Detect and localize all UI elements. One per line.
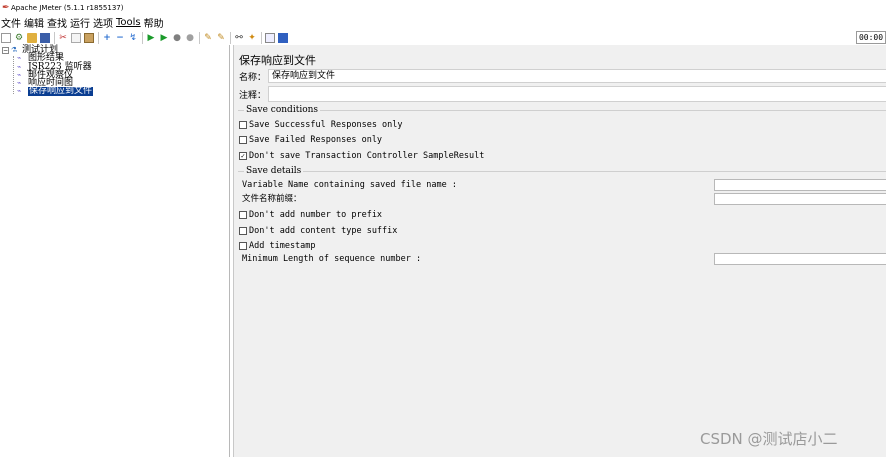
group-title: Save conditions [244, 105, 321, 115]
listener-icon: ⌁ [17, 54, 22, 62]
dont-add-number-option[interactable]: Don't add number to prefix [239, 209, 382, 221]
save-successful-option[interactable]: Save Successful Responses only [239, 119, 403, 131]
checkbox[interactable] [239, 242, 247, 250]
toolbar-separator [230, 31, 231, 44]
toolbar-separator [142, 31, 143, 44]
search-icon[interactable]: ⚯ [234, 33, 244, 43]
window-title-bar: ✒ Apache JMeter (5.1.1 r1855137) [0, 0, 886, 16]
option-label: Add timestamp [249, 241, 316, 251]
comment-label: 注释： [239, 90, 267, 101]
shutdown-icon[interactable]: ● [185, 33, 195, 43]
paste-icon[interactable] [84, 32, 94, 43]
cut-icon[interactable]: ✂ [58, 33, 68, 43]
help-icon[interactable] [278, 32, 288, 43]
tree-item-save-responses[interactable]: ⌁ 保存响应到文件 [17, 86, 94, 96]
comment-row: 注释： [238, 86, 886, 102]
option-label: Don't save Transaction Controller Sample… [249, 151, 485, 161]
comment-field[interactable] [268, 86, 886, 102]
listener-icon: ⌁ [17, 71, 22, 79]
checkbox[interactable] [239, 227, 247, 235]
reset-search-icon[interactable]: ✦ [247, 33, 257, 43]
checkbox[interactable] [239, 121, 247, 129]
function-helper-icon[interactable] [265, 32, 275, 43]
option-label: Don't add content type suffix [249, 226, 398, 236]
toolbar: ⚙ ✂ + − ↯ ▶ ▶ ● ● ✎ ✎ ⚯ ✦ [0, 30, 886, 45]
stop-icon[interactable]: ● [172, 33, 182, 43]
save-failed-option[interactable]: Save Failed Responses only [239, 134, 382, 146]
menu-options[interactable]: 选项 [92, 15, 115, 30]
menu-tools[interactable]: Tools [115, 17, 143, 28]
prefix-label: 文件名称前缀： [242, 194, 302, 204]
save-icon[interactable] [40, 32, 50, 43]
templates-icon[interactable]: ⚙ [14, 33, 24, 43]
tree-connector [13, 56, 14, 94]
window-title: Apache JMeter (5.1.1 r1855137) [11, 4, 124, 12]
checkbox[interactable] [239, 136, 247, 144]
toolbar-separator [98, 31, 99, 44]
name-label: 名称： [239, 72, 267, 83]
menu-search[interactable]: 查找 [46, 15, 69, 30]
group-title: Save details [244, 166, 304, 176]
listener-icon: ⌁ [17, 63, 22, 71]
toolbar-separator [199, 31, 200, 44]
element-editor-panel: 保存响应到文件 名称： 保存响应到文件 注释： Save conditions … [233, 45, 886, 457]
option-label: Save Successful Responses only [249, 120, 403, 130]
collapse-icon[interactable]: − [115, 33, 125, 43]
copy-icon[interactable] [71, 32, 81, 43]
watermark: CSDN @测试店小二 [700, 430, 838, 448]
expand-icon[interactable]: + [102, 33, 112, 43]
option-label: Save Failed Responses only [249, 135, 383, 145]
elapsed-timer: 00:00 [856, 31, 886, 44]
toolbar-separator [54, 31, 55, 44]
add-timestamp-option[interactable]: Add timestamp [239, 240, 316, 252]
name-row: 名称： 保存响应到文件 [238, 68, 886, 84]
checkbox-checked[interactable]: ✓ [239, 152, 247, 160]
option-label: Don't add number to prefix [249, 210, 383, 220]
name-field[interactable]: 保存响应到文件 [268, 69, 886, 83]
new-icon[interactable] [1, 32, 11, 43]
menu-bar: 文件 编辑 查找 运行 选项 Tools 帮助 [0, 15, 886, 30]
menu-help[interactable]: 帮助 [143, 15, 166, 30]
toolbar-separator [261, 31, 262, 44]
clear-icon[interactable]: ✎ [203, 33, 213, 43]
start-no-pause-icon[interactable]: ▶ [159, 33, 169, 43]
dont-add-content-type-option[interactable]: Don't add content type suffix [239, 225, 397, 237]
listener-icon: ⌁ [17, 79, 22, 87]
test-plan-icon: ⚗ [11, 46, 18, 54]
collapse-toggle-icon[interactable]: − [2, 47, 9, 54]
prefix-field[interactable] [714, 193, 886, 205]
test-plan-tree: − ⚗ 测试计划 ⌁ 图形结果 ⌁ JSR223 监听器 ⌁ 邮件观察仪 ⌁ 响… [0, 45, 230, 457]
dont-save-transaction-option[interactable]: ✓ Don't save Transaction Controller Samp… [239, 150, 484, 162]
min-length-label: Minimum Length of sequence number : [242, 254, 422, 264]
toggle-icon[interactable]: ↯ [128, 33, 138, 43]
menu-run[interactable]: 运行 [69, 15, 92, 30]
variable-name-field[interactable] [714, 179, 886, 191]
variable-name-label: Variable Name containing saved file name… [242, 180, 457, 190]
start-icon[interactable]: ▶ [146, 33, 156, 43]
min-length-field[interactable] [714, 253, 886, 265]
menu-edit[interactable]: 编辑 [23, 15, 46, 30]
jmeter-feather-icon: ✒ [2, 3, 10, 13]
tree-label: 保存响应到文件 [28, 86, 94, 96]
open-icon[interactable] [27, 32, 37, 43]
checkbox[interactable] [239, 211, 247, 219]
menu-file[interactable]: 文件 [0, 15, 23, 30]
listener-icon: ⌁ [17, 87, 22, 95]
panel-title: 保存响应到文件 [239, 54, 316, 67]
clear-all-icon[interactable]: ✎ [216, 33, 226, 43]
